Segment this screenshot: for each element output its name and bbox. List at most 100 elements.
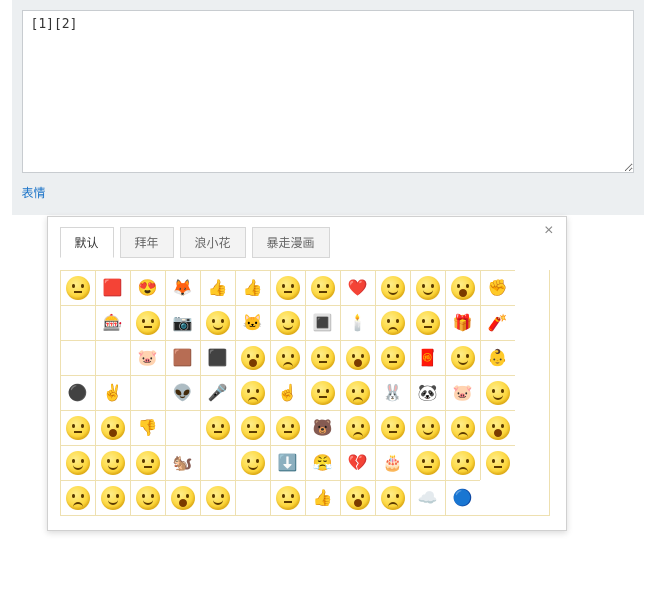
emoji-fox[interactable]: 🦊 xyxy=(165,270,200,305)
emoji-look[interactable] xyxy=(130,445,165,480)
emoji-haha[interactable] xyxy=(165,480,200,515)
emoji-thumbs-up-pale[interactable]: 👍 xyxy=(200,270,235,305)
emoji-tear[interactable] xyxy=(375,480,410,515)
emoji-unhappy[interactable] xyxy=(340,375,375,410)
emoji-whistle[interactable] xyxy=(480,445,515,480)
emoji-tabs: 默认拜年浪小花暴走漫画 xyxy=(60,227,554,258)
emoji-drool[interactable] xyxy=(235,340,270,375)
emoji-relieved[interactable] xyxy=(445,340,480,375)
emoji-peace-hand[interactable]: ✌️ xyxy=(95,375,130,410)
emoji-angry[interactable] xyxy=(235,375,270,410)
emoji-shh[interactable] xyxy=(410,445,445,480)
emoji-thumbs-up[interactable]: 👍 xyxy=(235,270,270,305)
emoji-thumb-yellow[interactable]: 👍 xyxy=(305,480,340,515)
emoji-giggle[interactable] xyxy=(200,480,235,515)
emoji-worried[interactable] xyxy=(375,305,410,340)
content-textarea[interactable] xyxy=(22,10,634,173)
emoji-quiet[interactable] xyxy=(270,305,305,340)
emoji-frame[interactable]: 🔳 xyxy=(305,305,340,340)
emoji-pig-toy[interactable]: 🐷 xyxy=(130,340,165,375)
emoji-dizzy[interactable] xyxy=(445,445,480,480)
emoji-hehe[interactable] xyxy=(130,480,165,515)
emoji-cloud[interactable]: ☁️ xyxy=(410,480,445,515)
emoji-ultraman[interactable]: 👽 xyxy=(165,375,200,410)
emoji-squirrel[interactable]: 🐿️ xyxy=(165,445,200,480)
emoji-cake[interactable]: 🎂 xyxy=(375,445,410,480)
emoji-sick[interactable] xyxy=(200,410,235,445)
emoji-glance[interactable] xyxy=(270,480,305,515)
emoji-blank xyxy=(165,410,200,445)
emoji-hmm[interactable] xyxy=(305,270,340,305)
emoji-fist[interactable]: ✊ xyxy=(480,270,515,305)
emoji-wave[interactable] xyxy=(235,445,270,480)
emoji-firecracker[interactable]: 🧨 xyxy=(480,305,515,340)
emoji-blank xyxy=(60,305,95,340)
emoji-bear[interactable]: 🐻 xyxy=(305,410,340,445)
tab-1[interactable]: 拜年 xyxy=(120,227,174,258)
emoji-thumbs-down[interactable]: 👎 xyxy=(130,410,165,445)
emoji-victory[interactable] xyxy=(95,480,130,515)
emoji-pleased[interactable] xyxy=(60,445,95,480)
emoji-blank xyxy=(235,480,270,515)
close-icon[interactable]: × xyxy=(540,221,557,241)
emoji-red-envelope[interactable]: 🧧 xyxy=(410,340,445,375)
emoji-baby[interactable]: 👶 xyxy=(480,340,515,375)
emoji-content[interactable] xyxy=(410,410,445,445)
emoji-cat-blue[interactable]: 🐱 xyxy=(235,305,270,340)
emoji-plain[interactable] xyxy=(270,410,305,445)
emoji-popup: × 默认拜年浪小花暴走漫画 🟥😍🦊👍👍❤️✊🎰📷🐱🔳🕯️🎁🧨🐷🟫⬛🧧👶⚫✌️👽🎤… xyxy=(47,216,567,531)
emoji-closed-eyes[interactable] xyxy=(130,305,165,340)
emoji-blush[interactable] xyxy=(95,445,130,480)
toolbar-row: 表情 xyxy=(22,184,634,201)
emoji-think[interactable] xyxy=(410,270,445,305)
emoji-smirk[interactable] xyxy=(375,340,410,375)
emoji-brown-sq[interactable]: 🟫 xyxy=(165,340,200,375)
emoji-neutral[interactable] xyxy=(60,270,95,305)
emoji-meh[interactable] xyxy=(305,340,340,375)
emoji-sunglasses[interactable] xyxy=(410,305,445,340)
emoji-broken-heart[interactable]: 💔 xyxy=(340,445,375,480)
emoji-candle[interactable]: 🕯️ xyxy=(340,305,375,340)
emoji-ma-icon[interactable]: 🔵 xyxy=(445,480,480,515)
emoji-heart-eyes[interactable]: 😍 xyxy=(130,270,165,305)
emoji-smile-hand[interactable] xyxy=(375,270,410,305)
emoji-pout[interactable] xyxy=(445,410,480,445)
editor-panel: 表情 × 默认拜年浪小花暴走漫画 🟥😍🦊👍👍❤️✊🎰📷🐱🔳🕯️🎁🧨🐷🟫⬛🧧👶⚫✌… xyxy=(12,0,644,215)
emoji-side-eye[interactable] xyxy=(305,375,340,410)
emoji-down-arrow[interactable]: ⬇️ xyxy=(270,445,305,480)
emoji-sleepy[interactable] xyxy=(375,410,410,445)
emoji-pig[interactable]: 🐷 xyxy=(445,375,480,410)
emoji-link[interactable]: 表情 xyxy=(22,186,46,200)
emoji-confused[interactable] xyxy=(60,410,95,445)
emoji-sniff[interactable] xyxy=(60,480,95,515)
emoji-heart[interactable]: ❤️ xyxy=(340,270,375,305)
emoji-blank xyxy=(130,375,165,410)
emoji-scared[interactable] xyxy=(340,480,375,515)
emoji-mic[interactable]: 🎤 xyxy=(200,375,235,410)
tab-0[interactable]: 默认 xyxy=(60,227,114,258)
emoji-tired[interactable] xyxy=(270,340,305,375)
emoji-rabbit[interactable]: 🐰 xyxy=(375,375,410,410)
emoji-cry-loud[interactable] xyxy=(95,410,130,445)
emoji-sweat[interactable] xyxy=(340,410,375,445)
emoji-red-square[interactable]: 🟥 xyxy=(95,270,130,305)
emoji-finger[interactable]: ☝️ xyxy=(270,375,305,410)
emoji-surprised[interactable] xyxy=(480,410,515,445)
emoji-grin[interactable] xyxy=(480,375,515,410)
emoji-gift[interactable]: 🎁 xyxy=(445,305,480,340)
emoji-camera[interactable]: 📷 xyxy=(165,305,200,340)
emoji-rage-comic[interactable]: 😤 xyxy=(305,445,340,480)
emoji-blank xyxy=(60,340,95,375)
emoji-slot[interactable]: 🎰 xyxy=(95,305,130,340)
emoji-panda[interactable]: 🐼 xyxy=(410,375,445,410)
tab-2[interactable]: 浪小花 xyxy=(180,227,246,258)
emoji-happy[interactable] xyxy=(200,305,235,340)
emoji-angry-red[interactable] xyxy=(270,270,305,305)
emoji-dark-sq[interactable]: ⬛ xyxy=(200,340,235,375)
emoji-black-ball[interactable]: ⚫ xyxy=(60,375,95,410)
emoji-grid: 🟥😍🦊👍👍❤️✊🎰📷🐱🔳🕯️🎁🧨🐷🟫⬛🧧👶⚫✌️👽🎤☝️🐰🐼🐷👎🐻🐿️⬇️😤💔🎂… xyxy=(60,270,550,516)
emoji-laugh-big[interactable] xyxy=(445,270,480,305)
emoji-shout[interactable] xyxy=(340,340,375,375)
tab-3[interactable]: 暴走漫画 xyxy=(252,227,330,258)
emoji-bored[interactable] xyxy=(235,410,270,445)
